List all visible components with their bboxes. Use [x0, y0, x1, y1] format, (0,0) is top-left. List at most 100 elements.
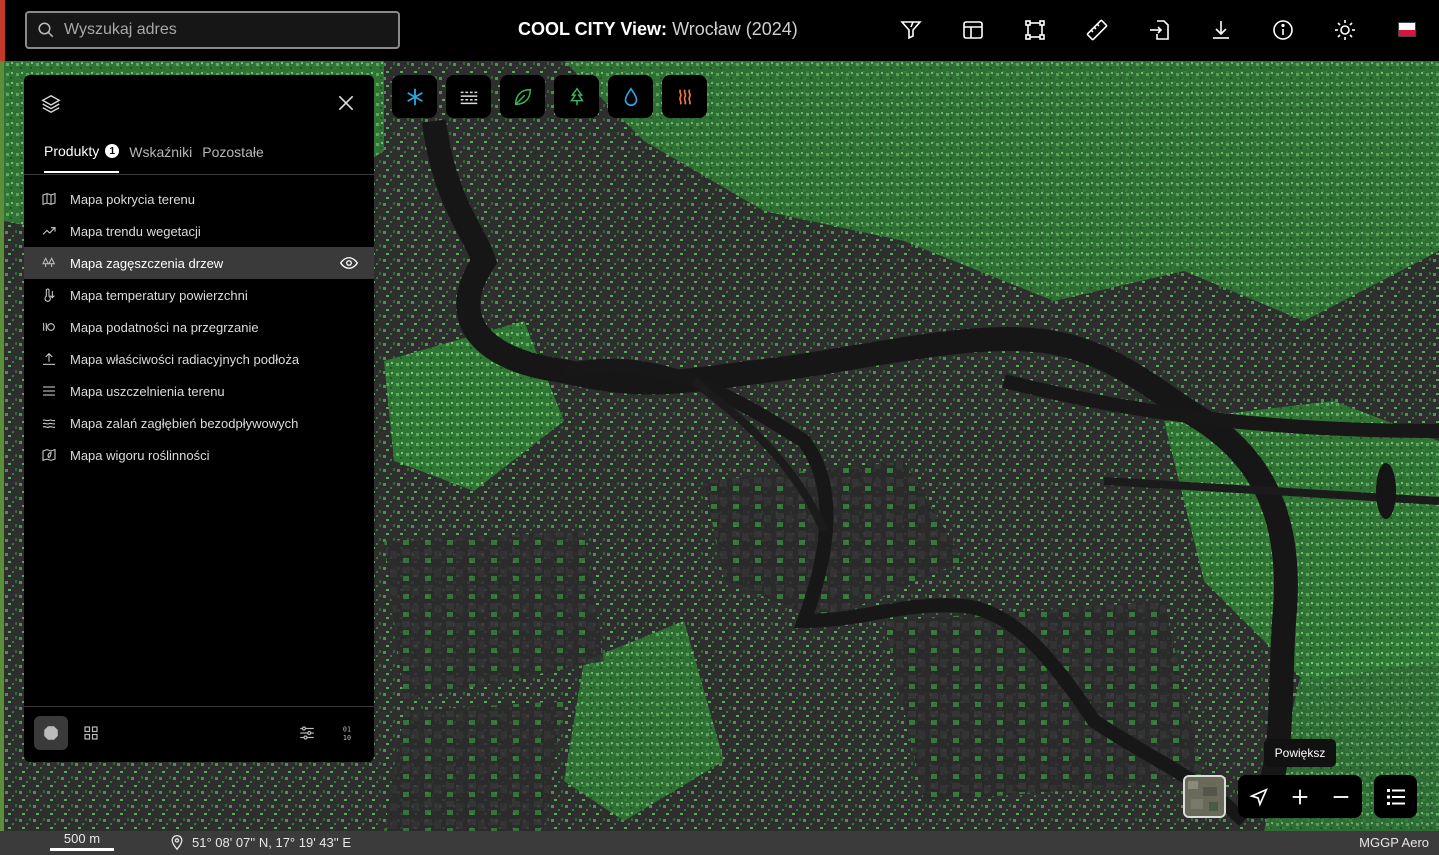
panel-tabs: Produkty 1 Wskaźniki Pozostałe	[44, 143, 264, 173]
search-icon	[38, 22, 54, 38]
product-item-label: Mapa temperatury powierzchni	[70, 287, 248, 303]
product-item-radiation-properties[interactable]: Mapa właściwości radiacyjnych podłoża	[24, 343, 374, 375]
product-item-land-cover[interactable]: Mapa pokrycia terenu	[24, 183, 374, 215]
ruler-icon[interactable]	[1083, 16, 1111, 44]
product-item-label: Mapa podatności na przegrzanie	[70, 319, 259, 335]
sun-icon[interactable]	[1331, 16, 1359, 44]
map-icon	[40, 190, 58, 208]
product-item-land-sealing[interactable]: Mapa uszczelnienia terenu	[24, 375, 374, 407]
product-item-tree-density[interactable]: Mapa zagęszczenia drzew	[24, 247, 374, 279]
plus-icon	[1292, 789, 1308, 804]
locate-button[interactable]	[1244, 782, 1274, 812]
product-item-label: Mapa uszczelnienia terenu	[70, 383, 225, 399]
product-item-label: Mapa zagęszczenia drzew	[70, 255, 224, 271]
window-edge	[0, 0, 5, 61]
basemap-thumbnail	[1185, 777, 1224, 816]
trend-icon	[40, 222, 58, 240]
trees-icon	[40, 254, 58, 272]
cursor-coordinates: 51° 08' 07'' N, 17° 19' 43'' E	[170, 834, 351, 850]
vigor-icon	[40, 446, 58, 464]
app-title-bold: COOL CITY View:	[518, 19, 668, 39]
info-icon[interactable]	[1269, 16, 1297, 44]
basemap-switch[interactable]	[1183, 775, 1226, 818]
zoom-out-button[interactable]	[1326, 782, 1356, 812]
location-pin-icon	[171, 835, 183, 850]
heat-category-button[interactable]	[662, 75, 707, 118]
layers-icon	[41, 94, 61, 114]
top-bar: COOL CITY View: Wrocław (2024)	[0, 0, 1439, 61]
product-item-label: Mapa pokrycia terenu	[70, 191, 196, 207]
list-icon	[1386, 788, 1405, 805]
divider	[24, 706, 374, 707]
product-item-label: Mapa właściwości radiacyjnych podłoża	[70, 351, 300, 367]
eye-icon[interactable]	[340, 255, 358, 271]
map-navigation-controls	[1238, 775, 1362, 818]
snowflake-icon	[406, 88, 423, 105]
zoom-in-tooltip: Powiększ	[1264, 739, 1336, 767]
product-item-depression-flooding[interactable]: Mapa zalań zagłębień bezodpływowych	[24, 407, 374, 439]
octagon-icon	[44, 726, 58, 740]
haze-category-button[interactable]	[446, 75, 491, 118]
download-icon[interactable]	[1207, 16, 1235, 44]
tree-icon	[569, 86, 584, 105]
thermometer-icon	[40, 286, 58, 304]
product-item-label: Mapa zalań zagłębień bezodpływowych	[70, 415, 299, 431]
zoom-in-button[interactable]	[1285, 782, 1315, 812]
water-category-button[interactable]	[608, 75, 653, 118]
legend-button[interactable]	[1374, 775, 1417, 818]
tab-pozostale[interactable]: Pozostałe	[202, 143, 263, 173]
layout-icon[interactable]	[959, 16, 987, 44]
language-flag-pl[interactable]	[1398, 22, 1416, 37]
tab-label: Pozostałe	[202, 144, 264, 160]
binary-view-button[interactable]: 01 10	[330, 716, 364, 750]
product-item-overheat-susceptibility[interactable]: Mapa podatności na przegrzanie	[24, 311, 374, 343]
filter-icon[interactable]	[897, 16, 925, 44]
tab-label: Wskaźniki	[129, 144, 193, 160]
address-search[interactable]	[25, 11, 400, 49]
flood-icon	[40, 414, 58, 432]
app-title: COOL CITY View: Wrocław (2024)	[518, 19, 798, 40]
product-list: Mapa pokrycia terenu Mapa trendu wegetac…	[24, 183, 374, 471]
map-attribution: MGGP Aero	[1359, 835, 1429, 850]
binary-icon: 0110	[343, 726, 351, 742]
overheat-icon	[40, 318, 58, 336]
divider	[24, 174, 374, 175]
tab-produkty[interactable]: Produkty 1	[44, 143, 120, 173]
svg-text:10: 10	[343, 734, 351, 742]
minus-icon	[1333, 795, 1349, 798]
scale-bar: 500 m	[50, 831, 114, 853]
layers-panel: Produkty 1 Wskaźniki Pozostałe Mapa pokr…	[24, 75, 374, 762]
scale-label: 500 m	[63, 831, 101, 846]
coordinates-text: 51° 08' 07'' N, 17° 19' 43'' E	[192, 834, 352, 850]
tab-label: Produkty	[44, 143, 100, 159]
haze-icon	[460, 91, 477, 104]
settings-button[interactable]	[290, 716, 324, 750]
navigation-arrow-icon	[1248, 787, 1268, 807]
selection-frame-icon[interactable]	[1021, 16, 1049, 44]
cold-category-button[interactable]	[392, 75, 437, 118]
tab-wskazniki[interactable]: Wskaźniki	[129, 143, 192, 173]
single-view-button[interactable]	[34, 716, 68, 750]
heat-icon	[678, 88, 691, 105]
import-icon[interactable]	[1145, 16, 1173, 44]
svg-text:01: 01	[343, 726, 351, 734]
sliders-icon	[300, 726, 314, 740]
scale-line	[50, 848, 114, 851]
product-item-surface-temperature[interactable]: Mapa temperatury powierzchni	[24, 279, 374, 311]
app-title-city: Wrocław (2024)	[672, 19, 798, 39]
tab-badge: 1	[105, 144, 120, 158]
product-item-vegetation-vigor[interactable]: Mapa wigoru roślinności	[24, 439, 374, 471]
sealing-icon	[40, 382, 58, 400]
product-item-label: Mapa wigoru roślinności	[70, 447, 210, 463]
grid-icon	[84, 726, 98, 740]
status-bar: 500 m 51° 08' 07'' N, 17° 19' 43'' E MGG…	[0, 831, 1439, 855]
grid-view-button[interactable]	[74, 716, 108, 750]
radiation-icon	[40, 350, 58, 368]
product-item-vegetation-trend[interactable]: Mapa trendu wegetacji	[24, 215, 374, 247]
trees-category-button[interactable]	[554, 75, 599, 118]
product-item-label: Mapa trendu wegetacji	[70, 223, 201, 239]
search-input[interactable]	[64, 21, 384, 39]
leaf-icon	[514, 88, 531, 105]
close-icon[interactable]	[336, 93, 356, 113]
vegetation-category-button[interactable]	[500, 75, 545, 118]
